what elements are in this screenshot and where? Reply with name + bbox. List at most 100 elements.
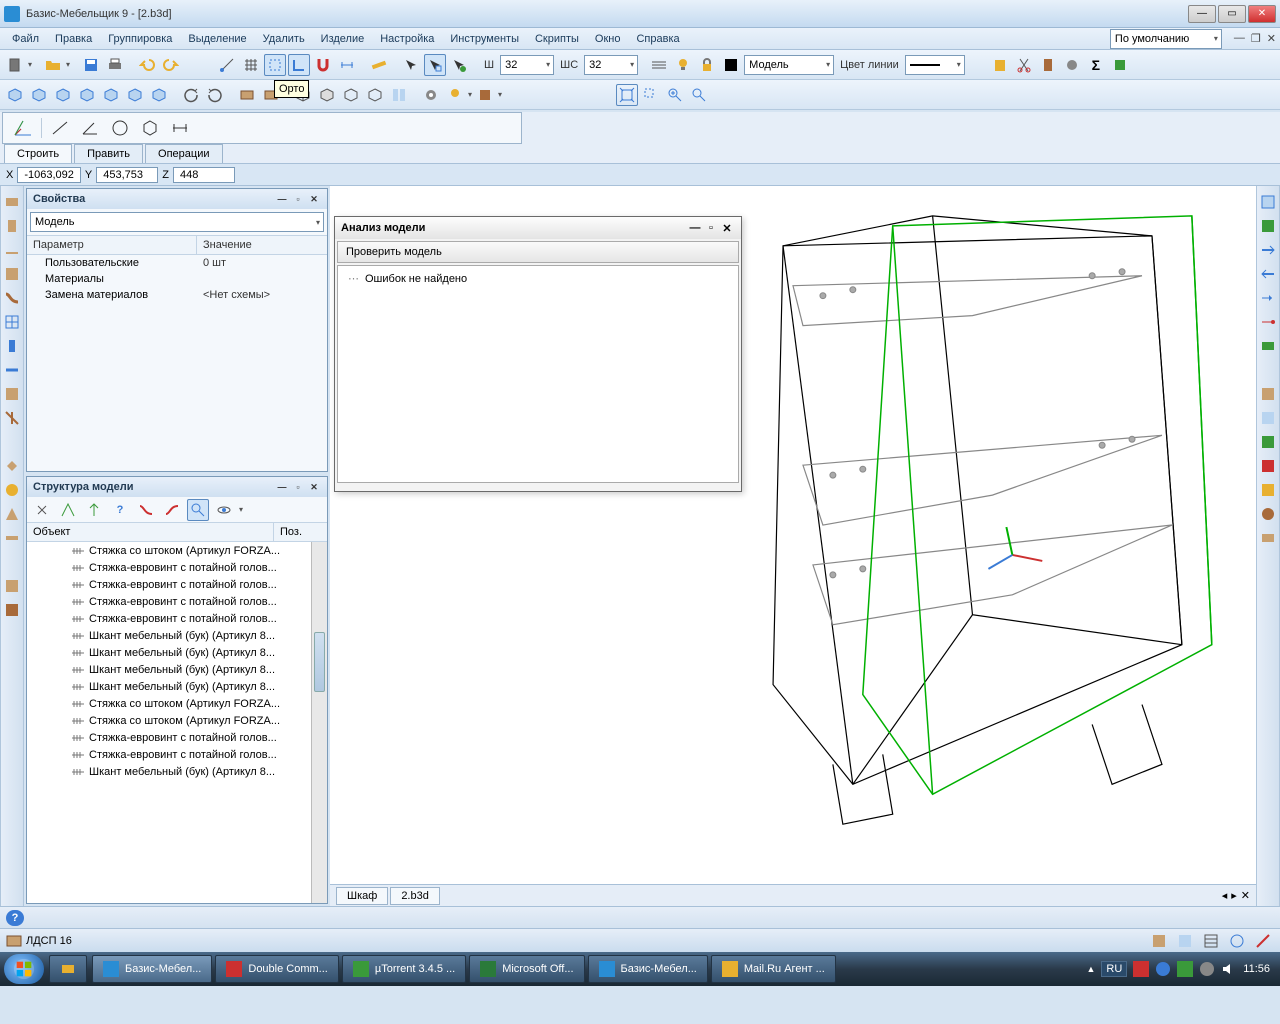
spanel-max-icon[interactable]: ▫: [291, 480, 305, 494]
minimize-button[interactable]: —: [1188, 5, 1216, 23]
panel-close-icon[interactable]: ✕: [307, 192, 321, 206]
struct-tool-1[interactable]: [31, 499, 53, 521]
wire-2[interactable]: [316, 84, 338, 106]
structure-item[interactable]: Шкант мебельный (бук) (Артикул 8...: [27, 678, 327, 695]
rstrip-11[interactable]: [1258, 456, 1278, 476]
coord-x-value[interactable]: -1063,092: [17, 167, 81, 183]
lstrip-5[interactable]: [2, 288, 22, 308]
hardware-button[interactable]: [1061, 54, 1083, 76]
rstrip-2[interactable]: [1258, 216, 1278, 236]
pick-button[interactable]: [400, 54, 422, 76]
lstrip-9[interactable]: [2, 384, 22, 404]
cube-1[interactable]: [4, 84, 26, 106]
clipboard-button[interactable]: [989, 54, 1011, 76]
structure-item[interactable]: Стяжка со штоком (Артикул FORZA...: [27, 542, 327, 559]
rstrip-14[interactable]: [1258, 528, 1278, 548]
rstrip-7[interactable]: [1258, 336, 1278, 356]
magnet-button[interactable]: [312, 54, 334, 76]
circle-button[interactable]: [108, 117, 132, 139]
bulb-button[interactable]: [672, 54, 694, 76]
dialog-max-icon[interactable]: ▫: [703, 222, 719, 234]
spanel-min-icon[interactable]: —: [275, 480, 289, 494]
task-pin-1[interactable]: [49, 955, 87, 983]
cube-6[interactable]: [124, 84, 146, 106]
rotate-cw-button[interactable]: [204, 84, 226, 106]
panel-btn-1[interactable]: [236, 84, 258, 106]
scrollbar-thumb[interactable]: [314, 632, 325, 692]
tray-icon-1[interactable]: [1133, 961, 1149, 977]
cube-7[interactable]: [148, 84, 170, 106]
struct-tool-3[interactable]: [83, 499, 105, 521]
menu-file[interactable]: Файл: [4, 30, 47, 48]
lstrip-13[interactable]: [2, 504, 22, 524]
axis-button[interactable]: [11, 117, 35, 139]
taskbar-item[interactable]: Базис-Мебел...: [588, 955, 708, 983]
status-icon-3[interactable]: [1200, 930, 1222, 952]
lstrip-8[interactable]: [2, 360, 22, 380]
undo-button[interactable]: [136, 54, 158, 76]
lstrip-16[interactable]: [2, 600, 22, 620]
structure-item[interactable]: Шкант мебельный (бук) (Артикул 8...: [27, 763, 327, 780]
zoom-extents-button[interactable]: [616, 84, 638, 106]
snap-select-button[interactable]: [264, 54, 286, 76]
lstrip-11[interactable]: [2, 456, 22, 476]
structure-item[interactable]: Стяжка-евровинт с потайной голов...: [27, 593, 327, 610]
snap-grid-button[interactable]: [240, 54, 262, 76]
layer-combo[interactable]: Модель: [744, 55, 834, 75]
new-button[interactable]: [4, 54, 26, 76]
close-button[interactable]: ✕: [1248, 5, 1276, 23]
mdi-restore-icon[interactable]: ❐: [1251, 32, 1261, 45]
door-button[interactable]: [1037, 54, 1059, 76]
cube-5[interactable]: [100, 84, 122, 106]
lstrip-6[interactable]: [2, 312, 22, 332]
lstrip-1[interactable]: [2, 192, 22, 212]
rstrip-5[interactable]: [1258, 288, 1278, 308]
width-combo[interactable]: 32: [500, 55, 554, 75]
lstrip-4[interactable]: [2, 264, 22, 284]
linetype-button[interactable]: [648, 54, 670, 76]
struct-tool-5[interactable]: [135, 499, 157, 521]
maximize-button[interactable]: ▭: [1218, 5, 1246, 23]
cube-4[interactable]: [76, 84, 98, 106]
tab-next-icon[interactable]: ▸: [1231, 889, 1237, 902]
struct-tool-7[interactable]: [187, 499, 209, 521]
tray-icon-3[interactable]: [1177, 961, 1193, 977]
menu-select[interactable]: Выделение: [180, 30, 254, 48]
status-icon-1[interactable]: [1148, 930, 1170, 952]
cube-3[interactable]: [52, 84, 74, 106]
menu-group[interactable]: Группировка: [100, 30, 180, 48]
tab-prev-icon[interactable]: ◂: [1222, 889, 1228, 902]
structure-item[interactable]: Шкант мебельный (бук) (Артикул 8...: [27, 661, 327, 678]
redo-button[interactable]: [160, 54, 182, 76]
properties-combo[interactable]: Модель: [30, 212, 324, 232]
lstrip-14[interactable]: [2, 528, 22, 548]
rstrip-4[interactable]: [1258, 264, 1278, 284]
lock-button[interactable]: [696, 54, 718, 76]
structure-item[interactable]: Стяжка-евровинт с потайной голов...: [27, 559, 327, 576]
vtab-1[interactable]: Шкаф: [336, 887, 388, 905]
wire-3[interactable]: [340, 84, 362, 106]
menu-tools[interactable]: Инструменты: [442, 30, 527, 48]
menu-delete[interactable]: Удалить: [255, 30, 313, 48]
rstrip-12[interactable]: [1258, 480, 1278, 500]
help-icon[interactable]: ?: [6, 910, 24, 926]
struct-tool-6[interactable]: [161, 499, 183, 521]
language-indicator[interactable]: RU: [1101, 961, 1127, 977]
lstrip-10[interactable]: [2, 408, 22, 428]
structure-item[interactable]: Стяжка-евровинт с потайной голов...: [27, 729, 327, 746]
status-icon-2[interactable]: [1174, 930, 1196, 952]
snap-endpoint-button[interactable]: [216, 54, 238, 76]
dialog-min-icon[interactable]: —: [687, 222, 703, 234]
mdi-minimize-icon[interactable]: —: [1234, 32, 1245, 45]
dim-button[interactable]: [336, 54, 358, 76]
taskbar-item[interactable]: µTorrent 3.4.5 ...: [342, 955, 466, 983]
tray-up-icon[interactable]: ▲: [1086, 964, 1095, 974]
structure-item[interactable]: Стяжка со штоком (Артикул FORZA...: [27, 695, 327, 712]
panel-min-icon[interactable]: —: [275, 192, 289, 206]
clock[interactable]: 11:56: [1243, 963, 1270, 975]
sigma-button[interactable]: Σ: [1085, 54, 1107, 76]
status-icon-4[interactable]: [1226, 930, 1248, 952]
preset-combo[interactable]: По умолчанию: [1110, 29, 1222, 49]
tab-ops[interactable]: Операции: [145, 144, 222, 163]
mdi-close-icon[interactable]: ✕: [1267, 32, 1276, 45]
